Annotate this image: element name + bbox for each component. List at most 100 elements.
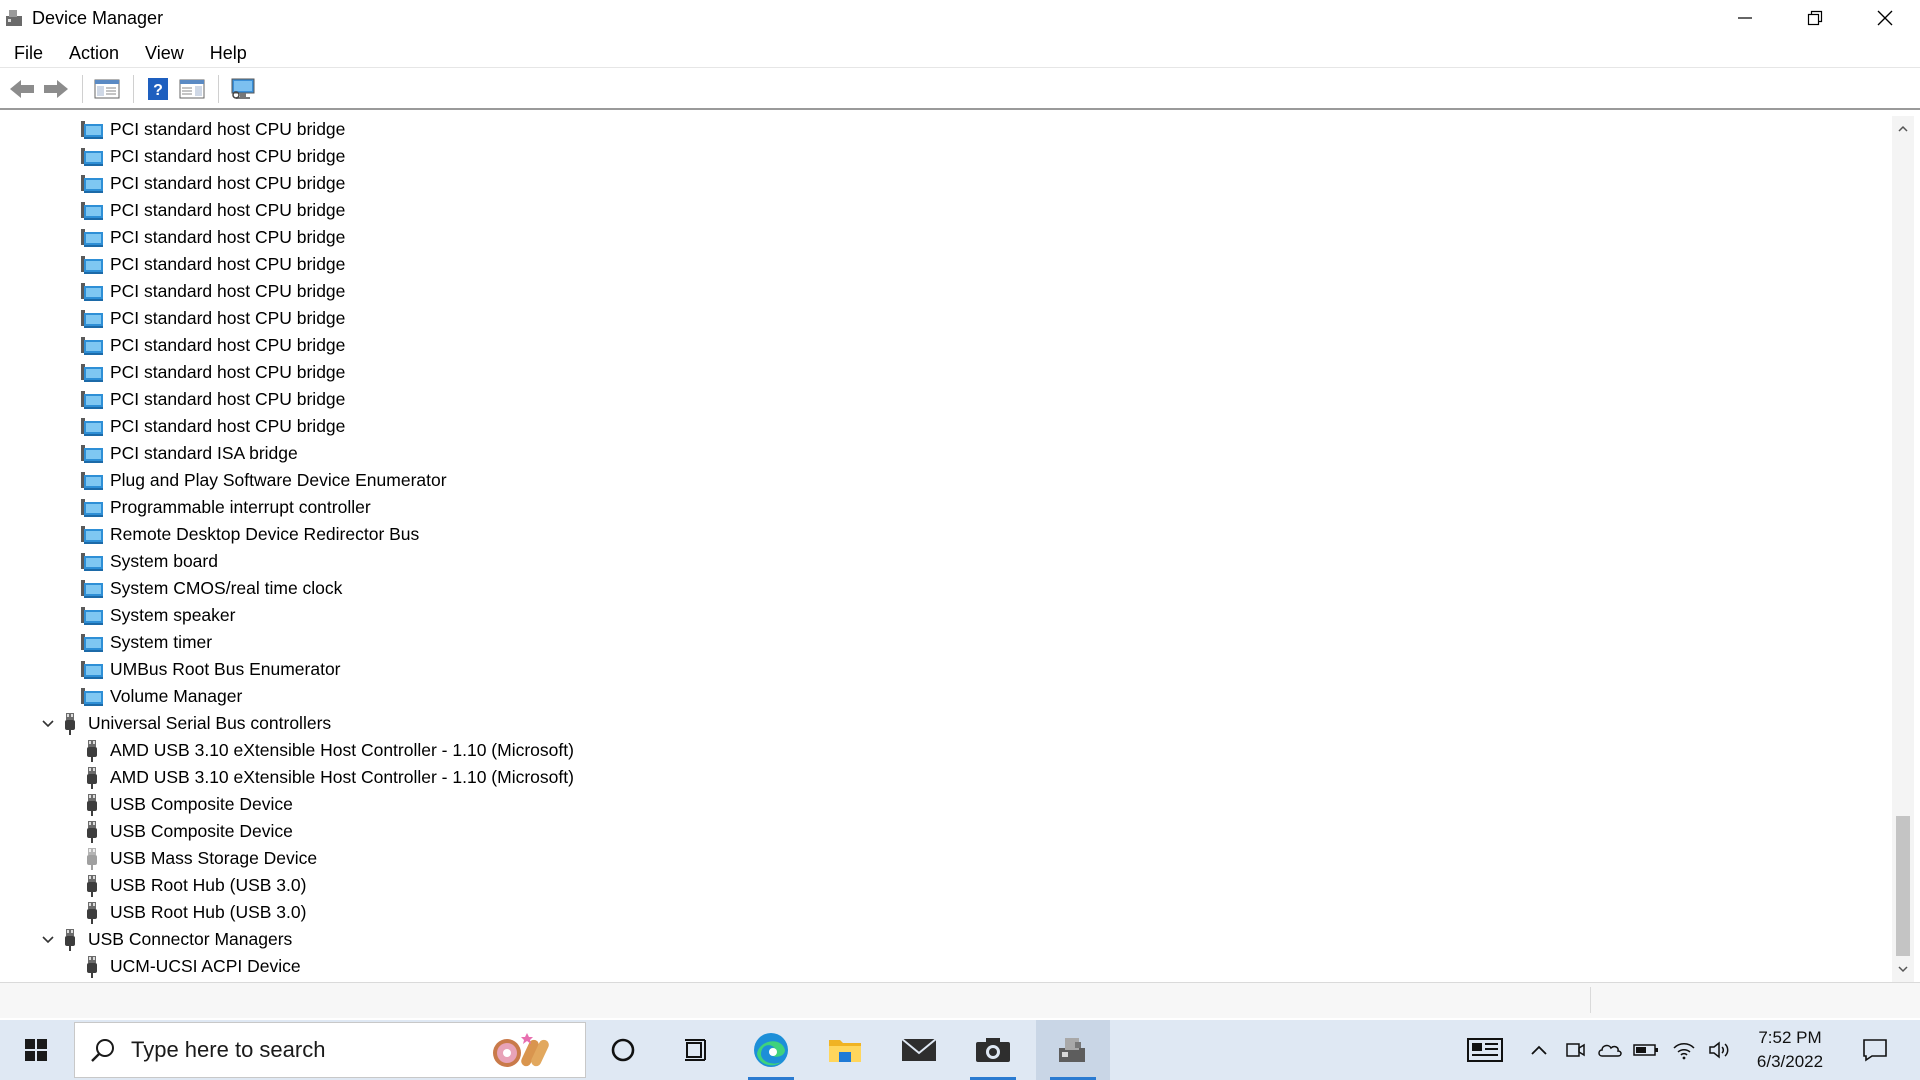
tree-device-item[interactable]: PCI standard ISA bridge <box>60 440 298 467</box>
tree-device-item[interactable]: PCI standard host CPU bridge <box>60 197 345 224</box>
menu-help[interactable]: Help <box>196 38 259 68</box>
scrollbar-thumb[interactable] <box>1896 816 1910 956</box>
menu-file[interactable]: File <box>0 38 55 68</box>
tree-device-item[interactable]: USB Mass Storage Device <box>60 845 317 872</box>
help-button[interactable]: ? <box>142 73 174 105</box>
news-widget-icon <box>1467 1038 1503 1062</box>
meet-now-button[interactable] <box>1560 1020 1590 1080</box>
tree-device-item[interactable]: PCI standard host CPU bridge <box>60 143 345 170</box>
show-hidden-icons-button[interactable] <box>1524 1020 1554 1080</box>
menu-view[interactable]: View <box>131 38 196 68</box>
cortana-button[interactable] <box>586 1020 660 1080</box>
clock-date: 6/3/2022 <box>1756 1052 1824 1071</box>
expand-chevron-icon[interactable] <box>38 926 58 953</box>
tree-item-label: System board <box>110 551 218 571</box>
tree-device-item[interactable]: System board <box>60 548 218 575</box>
volume-button[interactable] <box>1704 1020 1736 1080</box>
tree-device-item[interactable]: AMD USB 3.10 eXtensible Host Controller … <box>60 764 574 791</box>
minimize-button[interactable] <box>1710 0 1780 36</box>
taskbar-edge[interactable] <box>734 1020 808 1080</box>
toolbar-separator <box>82 75 83 103</box>
close-button[interactable] <box>1850 0 1920 36</box>
tree-device-item[interactable]: Programmable interrupt controller <box>60 494 371 521</box>
tree-device-item[interactable]: UCM-UCSI ACPI Device <box>60 953 301 980</box>
tree-device-item[interactable]: Volume Manager <box>60 683 242 710</box>
tree-device-item[interactable]: System timer <box>60 629 212 656</box>
taskbar-camera[interactable] <box>956 1020 1030 1080</box>
system-device-icon <box>80 254 104 276</box>
tree-category[interactable]: Universal Serial Bus controllers <box>38 710 331 737</box>
help-icon: ? <box>148 78 168 100</box>
properties-pane-button[interactable] <box>176 73 208 105</box>
window-title: Device Manager <box>32 8 164 28</box>
tree-item-label: Volume Manager <box>110 686 243 706</box>
taskbar-clock[interactable]: 7:52 PM 6/3/2022 <box>1740 1026 1840 1074</box>
tree-device-item[interactable]: PCI standard host CPU bridge <box>60 251 345 278</box>
system-device-icon <box>80 362 104 384</box>
tree-device-item[interactable]: PCI standard host CPU bridge <box>60 413 345 440</box>
restore-button[interactable] <box>1780 0 1850 36</box>
usb-plug-icon <box>80 739 104 762</box>
expand-chevron-icon[interactable] <box>38 710 58 737</box>
tree-device-item[interactable]: System CMOS/real time clock <box>60 575 342 602</box>
tree-device-item[interactable]: USB Composite Device <box>60 791 293 818</box>
news-widget-button[interactable] <box>1460 1020 1510 1080</box>
show-hide-console-tree-button[interactable] <box>91 73 123 105</box>
task-view-button[interactable] <box>660 1020 734 1080</box>
tree-device-item[interactable]: Plug and Play Software Device Enumerator <box>60 467 447 494</box>
battery-button[interactable] <box>1630 1020 1662 1080</box>
action-center-button[interactable] <box>1850 1020 1900 1080</box>
menu-action[interactable]: Action <box>55 38 131 68</box>
tree-item-label: Remote Desktop Device Redirector Bus <box>110 524 420 544</box>
device-manager-app-icon <box>4 8 24 28</box>
tree-device-item[interactable]: PCI standard host CPU bridge <box>60 359 345 386</box>
taskbar-file-explorer[interactable] <box>808 1020 882 1080</box>
tree-category[interactable]: USB Connector Managers <box>38 926 292 953</box>
tree-device-item[interactable]: USB Root Hub (USB 3.0) <box>60 872 306 899</box>
tree-device-item[interactable]: PCI standard host CPU bridge <box>60 305 345 332</box>
tree-device-item[interactable]: PCI standard host CPU bridge <box>60 116 345 143</box>
taskbar-mail[interactable] <box>882 1020 956 1080</box>
onedrive-button[interactable] <box>1594 1020 1626 1080</box>
tree-item-label: PCI standard host CPU bridge <box>110 254 346 274</box>
forward-button[interactable] <box>40 73 72 105</box>
tree-device-item[interactable]: PCI standard host CPU bridge <box>60 170 345 197</box>
tree-device-item[interactable]: System speaker <box>60 602 235 629</box>
taskbar-device-manager[interactable] <box>1036 1020 1110 1080</box>
system-device-icon <box>80 119 104 141</box>
tree-item-label: USB Root Hub (USB 3.0) <box>110 902 307 922</box>
tree-device-item[interactable]: PCI standard host CPU bridge <box>60 332 345 359</box>
wifi-button[interactable] <box>1668 1020 1700 1080</box>
taskbar-search-box[interactable]: Type here to search <box>74 1022 586 1078</box>
scan-hardware-button[interactable] <box>227 73 259 105</box>
system-device-icon <box>80 173 104 195</box>
tree-device-item[interactable]: PCI standard host CPU bridge <box>60 278 345 305</box>
vertical-scrollbar[interactable] <box>1892 116 1914 982</box>
tree-item-label: PCI standard host CPU bridge <box>110 362 346 382</box>
system-device-icon <box>80 146 104 168</box>
tree-device-item[interactable]: AMD USB 3.10 eXtensible Host Controller … <box>60 737 574 764</box>
system-device-icon <box>80 470 104 492</box>
toolbar-separator <box>218 75 219 103</box>
start-button[interactable] <box>0 1020 72 1080</box>
tree-device-item[interactable]: USB Composite Device <box>60 818 293 845</box>
tree-item-label: AMD USB 3.10 eXtensible Host Controller … <box>110 740 574 760</box>
scroll-down-arrow-icon[interactable] <box>1896 962 1910 976</box>
search-highlight-donut-icon <box>489 1031 549 1076</box>
scroll-up-arrow-icon[interactable] <box>1896 122 1910 136</box>
tree-device-item[interactable]: PCI standard host CPU bridge <box>60 386 345 413</box>
tree-device-item[interactable]: USB Root Hub (USB 3.0) <box>60 899 306 926</box>
tree-item-label: PCI standard host CPU bridge <box>110 335 346 355</box>
tree-device-item[interactable]: PCI standard host CPU bridge <box>60 224 345 251</box>
system-device-icon <box>80 308 104 330</box>
back-button[interactable] <box>6 73 38 105</box>
tree-device-item[interactable]: Remote Desktop Device Redirector Bus <box>60 521 419 548</box>
tree-item-label: USB Mass Storage Device <box>110 848 318 868</box>
tree-device-item[interactable]: UMBus Root Bus Enumerator <box>60 656 341 683</box>
device-tree[interactable]: PCI standard host CPU bridge PCI standard… <box>2 116 1892 982</box>
